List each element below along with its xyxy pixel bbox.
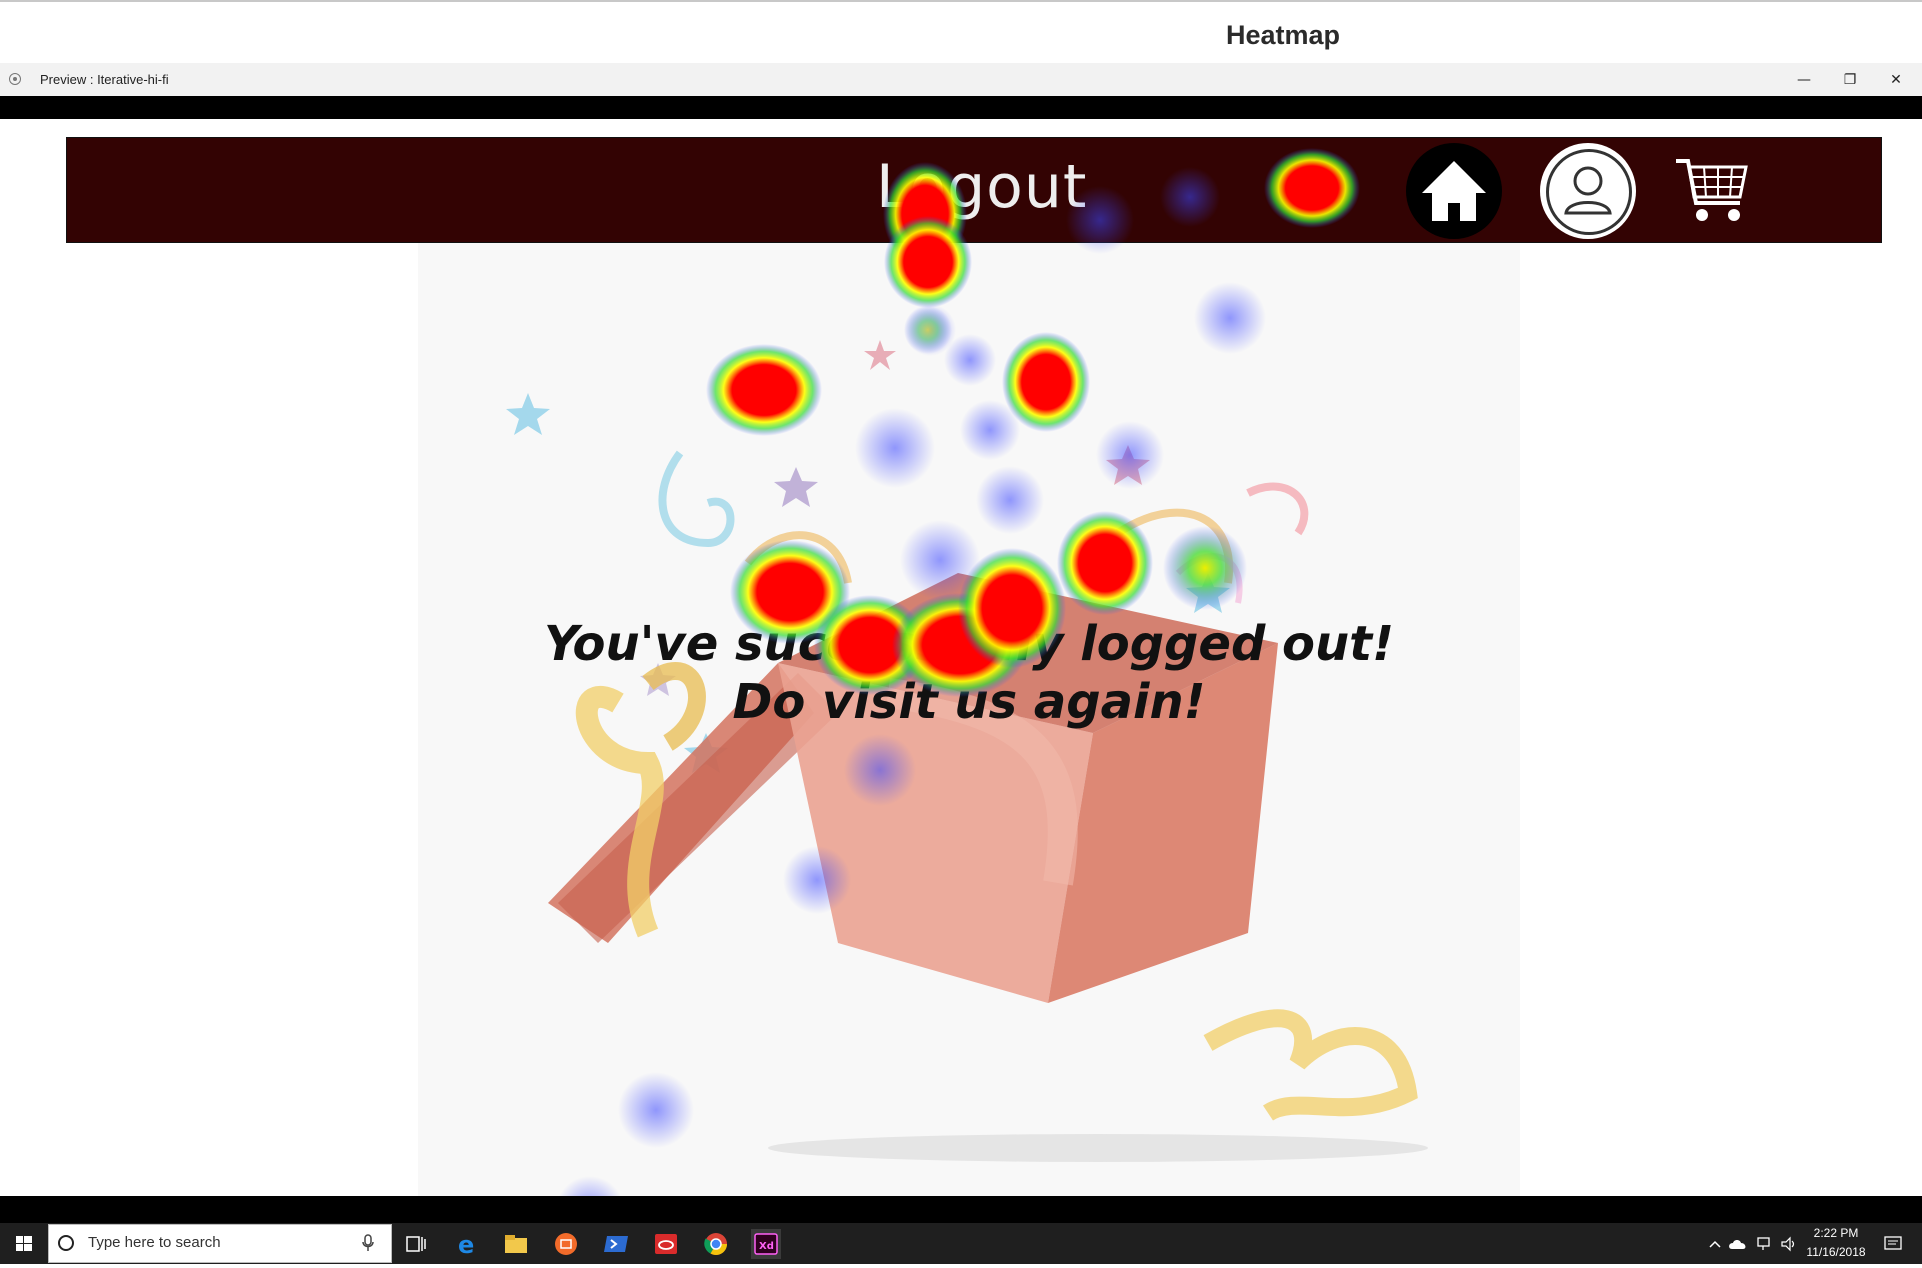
window-title-bar xyxy=(0,63,1922,96)
chevron-up-icon[interactable] xyxy=(1708,1236,1722,1250)
start-icon xyxy=(16,1236,32,1251)
logout-link[interactable]: Logout xyxy=(876,152,1087,222)
heatmap-title: Heatmap xyxy=(1226,20,1341,50)
maximize-button[interactable]: ❐ xyxy=(1827,66,1873,94)
window-bottom-strip xyxy=(0,1196,1922,1223)
shopping-cart-icon xyxy=(1676,159,1748,221)
svg-text:e: e xyxy=(458,1231,474,1259)
minimize-button[interactable]: — xyxy=(1781,66,1827,94)
window-record-icon xyxy=(9,73,21,85)
powershell-icon[interactable] xyxy=(601,1229,631,1259)
profile-button[interactable] xyxy=(1540,143,1636,239)
user-profile-icon xyxy=(1564,166,1612,215)
creative-cloud-icon[interactable] xyxy=(651,1229,681,1259)
app-orange-icon[interactable] xyxy=(551,1229,581,1259)
clock-time[interactable]: 2:22 PM xyxy=(1804,1226,1868,1240)
cart-button[interactable] xyxy=(1674,153,1750,229)
taskbar-search-input[interactable]: Type here to search xyxy=(88,1234,221,1251)
task-view-icon[interactable] xyxy=(401,1229,431,1259)
clock-date[interactable]: 11/16/2018 xyxy=(1800,1245,1872,1259)
chrome-icon[interactable] xyxy=(701,1229,731,1259)
home-icon xyxy=(1422,161,1486,221)
logout-message-line1: You've successfully logged out! xyxy=(543,616,1395,672)
notification-icon[interactable] xyxy=(1882,1233,1904,1255)
volume-icon[interactable] xyxy=(1780,1236,1798,1252)
window-top-strip xyxy=(0,96,1922,119)
logout-message-line2: Do visit us again! xyxy=(732,674,1206,730)
microphone-icon[interactable] xyxy=(362,1234,374,1252)
top-divider xyxy=(0,0,1922,2)
window-title: Preview : Iterative-hi-fi xyxy=(40,72,169,87)
cortana-icon xyxy=(58,1235,74,1251)
home-button[interactable] xyxy=(1406,143,1502,239)
close-button[interactable]: ✕ xyxy=(1873,66,1919,94)
start-button[interactable] xyxy=(0,1223,48,1264)
adobe-xd-icon[interactable]: Xd xyxy=(751,1229,781,1259)
file-explorer-icon[interactable] xyxy=(501,1229,531,1259)
onedrive-icon[interactable] xyxy=(1728,1236,1748,1250)
edge-icon[interactable]: e xyxy=(452,1229,482,1259)
network-icon[interactable] xyxy=(1756,1236,1774,1252)
svg-text:Xd: Xd xyxy=(759,1241,774,1252)
